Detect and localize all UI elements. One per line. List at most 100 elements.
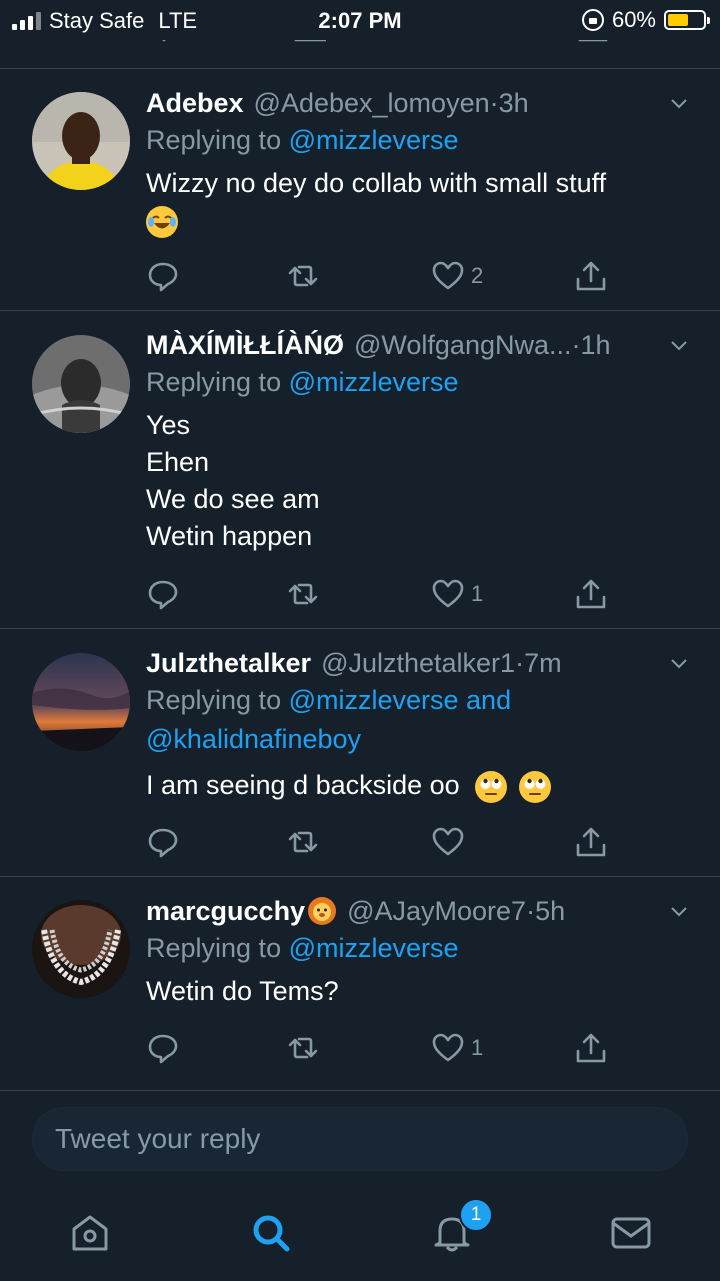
tweet-3[interactable]: Julzthetalker @Julzthetalker1 · 7m Reply… [0,629,720,876]
like-count: 1 [471,581,484,606]
retweet-icon [288,265,318,287]
replying-to: Replying to @mizzleverse [146,929,694,968]
handle[interactable]: @AJayMoore7 [347,893,526,929]
text-line: We do see am [146,484,320,514]
share-icon [576,261,606,291]
mention-link[interactable]: @khalidnafineboy [146,724,361,754]
tweet-header: MÀXÍMÌŁŁÍÀŃØ @WolfgangNwa... · 1h [146,327,694,363]
text-line: Ehen [146,447,210,477]
display-name[interactable]: Adebex [146,85,244,121]
avatar[interactable] [32,653,130,751]
replying-to: Replying to @mizzleverse [146,363,694,402]
tweet-text-content: Wizzy no dey do collab with small stuff [146,168,607,198]
replying-prefix: Replying to [146,125,289,155]
like-button[interactable]: 2 [431,259,483,293]
replying-to: Replying to @mizzleverse [146,121,694,160]
separator: · [515,648,525,678]
heart-icon [432,1033,464,1062]
like-button[interactable]: 1 [431,1031,483,1065]
tweet-text: Yes Ehen We do see am Wetin happen [146,407,694,555]
mention-link[interactable]: @mizzleverse [289,933,459,963]
tweet-actions: 1 [146,577,626,617]
face-with-rolling-eyes-icon [475,770,508,803]
mention-link[interactable]: @mizzleverse and [289,685,512,715]
handle[interactable]: @Adebex_lomoyen [254,85,490,121]
heart-icon [432,579,464,608]
tweet-text: I am seeing d backside oo [146,767,694,804]
search-icon[interactable] [249,1211,293,1255]
reply-button[interactable] [146,259,180,293]
replying-prefix: Replying to [146,367,289,397]
replying-prefix: Replying to [146,933,289,963]
heart-icon [432,827,464,856]
avatar[interactable] [32,335,130,433]
tweet-1[interactable]: Adebex @Adebex_lomoyen · 3h Replying to … [0,69,720,310]
reply-input[interactable] [33,1108,687,1170]
chevron-down-icon[interactable] [670,95,688,113]
handle[interactable]: @WolfgangNwa... [354,327,572,363]
status-right: 60% [581,7,710,33]
mention-link[interactable]: @mizzleverse [289,367,459,397]
retweet-button[interactable] [286,259,320,293]
reply-button[interactable] [146,825,180,859]
reply-button[interactable] [146,577,180,611]
status-bar: Stay Safe LTE 2:07 PM 60% [0,0,720,40]
reply-icon [148,1034,178,1064]
tweet-actions [146,825,626,865]
chevron-down-icon[interactable] [670,337,688,355]
like-button[interactable] [431,825,471,859]
face-with-rolling-eyes-icon [518,770,551,803]
orientation-lock-icon [581,9,604,31]
share-button[interactable] [574,577,608,611]
tweet-header: Adebex @Adebex_lomoyen · 3h [146,85,694,121]
share-button[interactable] [574,825,608,859]
retweet-button[interactable] [286,825,320,859]
chevron-down-icon[interactable] [670,903,688,921]
replying-to: Replying to @mizzleverse and @khalidnafin… [146,681,694,759]
text-line: Yes [146,410,191,440]
battery-icon [664,10,710,30]
separator: · [489,88,499,118]
like-count: 2 [471,263,484,288]
display-name[interactable]: Julzthetalker [146,645,311,681]
tweet-text-content: I am seeing d backside oo [146,770,460,800]
bottom-bar: 1 [0,1090,720,1281]
timestamp: 7m [524,648,562,678]
display-name[interactable]: marcgucchy [146,893,305,929]
tweet-4[interactable]: marcgucchy @AJayMoore7 · 5h Replying to … [0,877,720,1083]
tweet-actions: 2 [146,259,626,299]
share-button[interactable] [574,259,608,293]
tweet-text: Wetin do Tems? [146,976,339,1006]
chevron-down-icon[interactable] [670,655,688,673]
share-icon [576,1033,606,1063]
reply-button[interactable] [146,1031,180,1065]
timestamp: 5h [535,896,566,926]
display-name[interactable]: MÀXÍMÌŁŁÍÀŃØ [146,327,344,363]
retweet-button[interactable] [286,1031,320,1065]
tweet-header: Julzthetalker @Julzthetalker1 · 7m [146,645,694,681]
reply-composer[interactable] [32,1107,688,1171]
home-icon[interactable] [68,1211,112,1255]
retweet-button[interactable] [286,577,320,611]
timestamp: 1h [580,330,611,360]
avatar[interactable] [32,900,130,998]
avatar[interactable] [32,92,130,190]
text-line: Wetin happen [146,521,313,551]
tweet-2[interactable]: MÀXÍMÌŁŁÍÀŃØ @WolfgangNwa... · 1h Replyi… [0,311,720,628]
mention-link[interactable]: @mizzleverse [289,125,459,155]
tab-bar [0,1191,720,1281]
lion-face-icon [307,896,337,926]
separator: · [571,330,581,360]
messages-icon[interactable] [609,1211,653,1255]
like-button[interactable]: 1 [431,577,483,611]
tweet-text: Wizzy no dey do collab with small stuff [146,165,694,239]
handle[interactable]: @Julzthetalker1 [321,645,515,681]
face-with-tears-of-joy-icon [146,205,178,238]
share-icon [576,579,606,609]
retweet-icon [288,831,318,853]
notifications-badge: 1 [459,1198,493,1232]
retweet-icon [288,583,318,605]
battery-percent: 60% [611,7,656,32]
heart-icon [432,261,464,290]
share-button[interactable] [574,1031,608,1065]
